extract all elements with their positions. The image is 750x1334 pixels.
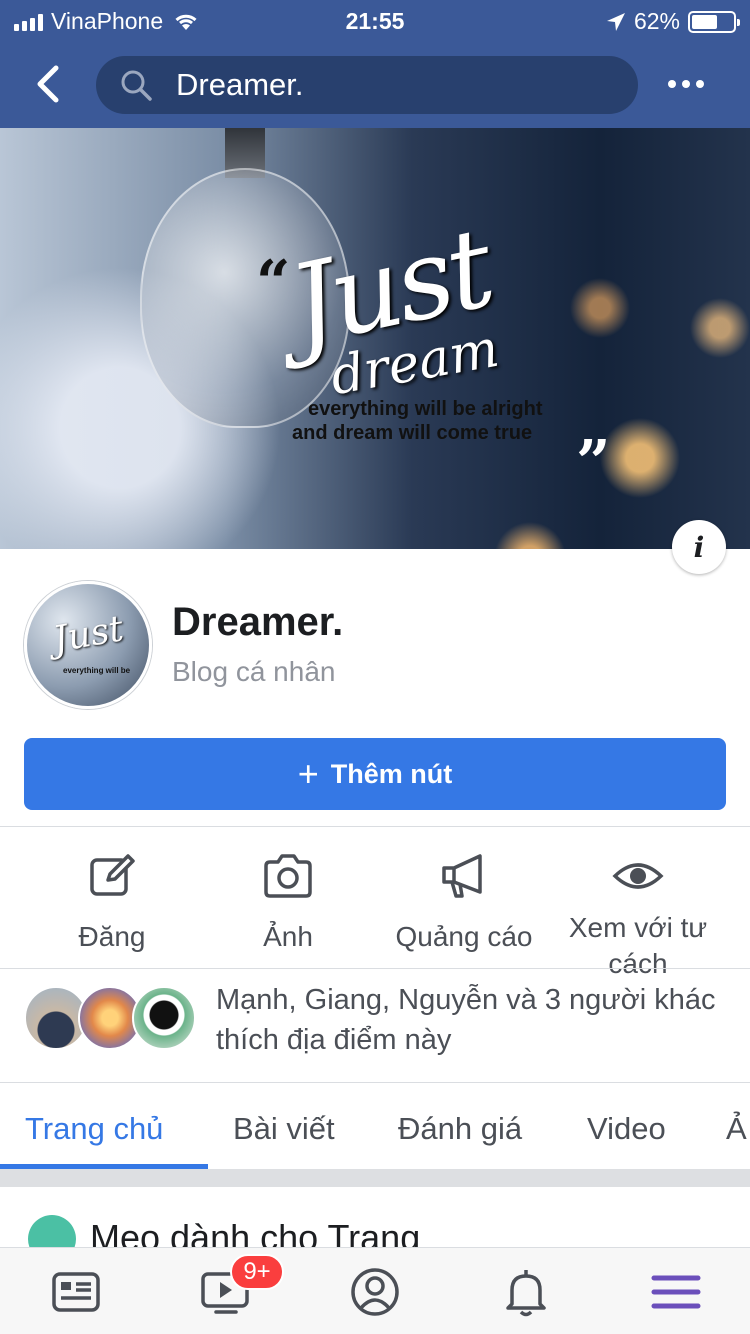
action-photo-label: Ảnh xyxy=(263,921,313,952)
status-bar: VinaPhone 21:55 62% xyxy=(0,0,750,40)
megaphone-icon xyxy=(442,854,482,898)
battery-percent: 62% xyxy=(633,8,680,34)
avatar-script: Just xyxy=(49,608,127,661)
profile-icon[interactable] xyxy=(347,1264,403,1320)
tab-photos[interactable]: Ả xyxy=(726,1111,747,1147)
add-button-label: Thêm nút xyxy=(330,758,453,789)
divider xyxy=(0,968,750,969)
eye-icon xyxy=(612,863,664,889)
tab-videos[interactable]: Video xyxy=(587,1111,666,1147)
tab-posts[interactable]: Bài viết xyxy=(233,1111,335,1147)
likers-avatars[interactable] xyxy=(24,986,196,1052)
avatar xyxy=(132,986,196,1050)
page-tips-section[interactable]: Mẹo dành cho Trang xyxy=(0,1187,750,1247)
location-arrow-icon xyxy=(606,12,625,31)
add-button[interactable]: + Thêm nút xyxy=(24,738,726,810)
battery-fill xyxy=(692,14,717,29)
action-post-label: Đăng xyxy=(78,921,146,952)
cover-line-1: everything will be alright xyxy=(308,398,543,420)
menu-icon[interactable] xyxy=(648,1264,704,1320)
search-query: Dreamer. xyxy=(176,67,304,102)
edit-icon xyxy=(90,854,135,896)
likers-text[interactable]: Mạnh, Giang, Nguyễn và 3 người khác thíc… xyxy=(216,980,736,1060)
search-icon xyxy=(121,70,152,101)
action-view-as[interactable]: Xem với tư cách xyxy=(548,850,728,982)
action-view-as-label: Xem với tư cách xyxy=(568,912,708,979)
chevron-left-icon[interactable] xyxy=(30,62,66,106)
info-icon[interactable]: i xyxy=(672,520,726,574)
tab-home[interactable]: Trang chủ xyxy=(25,1111,163,1147)
page-title: Dreamer. xyxy=(172,600,344,644)
action-post[interactable]: Đăng xyxy=(22,850,202,954)
action-photo[interactable]: Ảnh xyxy=(198,850,378,954)
battery-icon xyxy=(688,10,740,33)
video-notification-badge: 9+ xyxy=(230,1254,284,1290)
page-tips-title: Mẹo dành cho Trang xyxy=(90,1217,421,1247)
status-bar-right: 62% xyxy=(606,8,740,35)
search-bar[interactable]: Dreamer. xyxy=(96,56,638,114)
notifications-icon[interactable] xyxy=(498,1264,554,1320)
plus-icon: + xyxy=(297,753,319,794)
page-category: Blog cá nhân xyxy=(172,656,336,687)
avatar[interactable]: Just everything will be xyxy=(24,581,152,709)
page-tabs: Trang chủ Bài viết Đánh giá Video Ả xyxy=(0,1083,750,1169)
tab-reviews[interactable]: Đánh giá xyxy=(398,1111,522,1147)
divider xyxy=(0,826,750,827)
action-ads[interactable]: Quảng cáo xyxy=(374,850,554,954)
bottom-navigation xyxy=(0,1247,750,1334)
avatar-caption: everything will be xyxy=(63,666,131,675)
section-separator xyxy=(0,1169,750,1187)
graduation-cap-icon xyxy=(28,1215,76,1247)
action-ads-label: Quảng cáo xyxy=(395,921,533,952)
camera-icon xyxy=(264,854,312,898)
cover-photo[interactable]: “ Just dream everything will be alright … xyxy=(0,128,750,549)
news-feed-icon[interactable] xyxy=(48,1264,104,1320)
cover-line-2: and dream will come true xyxy=(292,422,533,444)
more-horizontal-icon[interactable] xyxy=(660,70,712,98)
cover-quote-close: ” xyxy=(576,428,611,498)
